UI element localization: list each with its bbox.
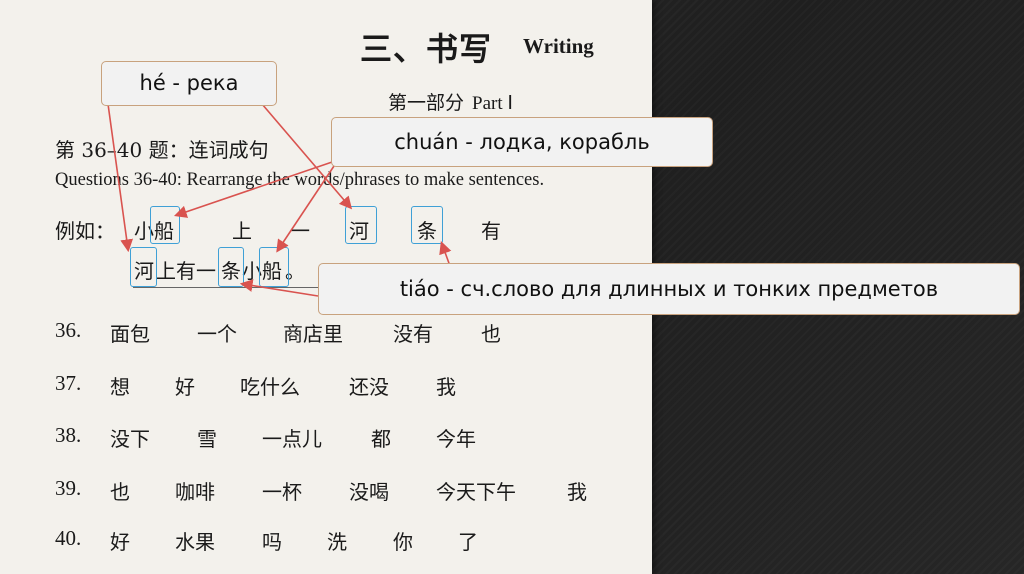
callout-chuan: chuán - лодка, корабль <box>331 117 713 167</box>
callout-tiao: tiáo - сч.слово для длинных и тонких пре… <box>318 263 1020 315</box>
callout-he-text: hé - река <box>139 71 239 95</box>
arrow-he-answer <box>107 103 134 253</box>
arrow-tiao-answer <box>239 279 319 297</box>
arrow-chuan-word <box>173 159 339 218</box>
callout-he: hé - река <box>101 61 277 106</box>
callout-chuan-text: chuán - лодка, корабль <box>394 130 650 154</box>
arrow-chuan-answer <box>276 159 339 253</box>
callout-tiao-text: tiáo - сч.слово для длинных и тонких пре… <box>399 277 939 301</box>
